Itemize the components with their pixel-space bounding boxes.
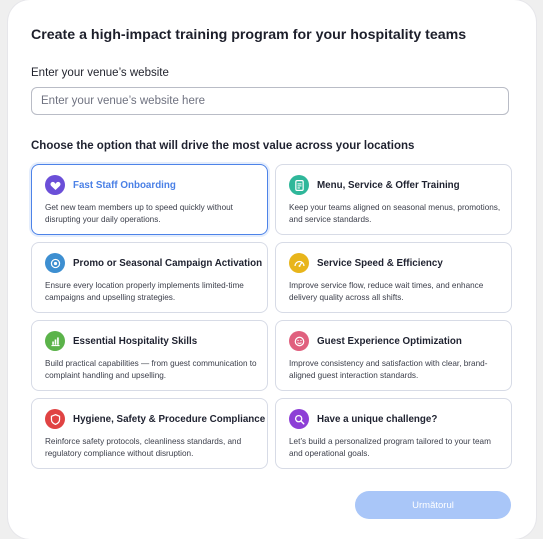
speedometer-icon [289, 253, 309, 273]
heart-badge-icon [45, 175, 65, 195]
option-menu-service-offer-training[interactable]: Menu, Service & Offer Training Keep your… [275, 164, 512, 235]
option-title: Menu, Service & Offer Training [317, 180, 460, 191]
option-fast-staff-onboarding[interactable]: Fast Staff Onboarding Get new team membe… [31, 164, 268, 235]
option-title: Guest Experience Optimization [317, 336, 462, 347]
option-description: Let’s build a personalized program tailo… [289, 437, 491, 458]
option-title: Essential Hospitality Skills [73, 336, 198, 347]
option-description: Improve service flow, reduce wait times,… [289, 281, 484, 302]
options-grid: Fast Staff Onboarding Get new team membe… [31, 164, 512, 470]
option-description: Keep your teams aligned on seasonal menu… [289, 203, 501, 224]
option-title: Hygiene, Safety & Procedure Compliance [73, 414, 266, 425]
options-heading: Choose the option that will drive the mo… [31, 140, 415, 152]
option-title: Promo or Seasonal Campaign Activation [73, 258, 263, 269]
option-description: Ensure every location properly implement… [45, 281, 244, 302]
onboarding-card: Create a high-impact training program fo… [8, 0, 536, 539]
option-guest-experience-optimization[interactable]: Guest Experience Optimization Improve co… [275, 320, 512, 391]
option-description: Improve consistency and satisfaction wit… [289, 359, 488, 380]
option-title: Service Speed & Efficiency [317, 258, 443, 269]
option-essential-hospitality-skills[interactable]: Essential Hospitality Skills Build pract… [31, 320, 268, 391]
option-description: Get new team members up to speed quickly… [45, 203, 233, 224]
skills-chart-icon [45, 331, 65, 351]
website-input[interactable] [31, 87, 509, 115]
option-service-speed-efficiency[interactable]: Service Speed & Efficiency Improve servi… [275, 242, 512, 313]
option-title: Have a unique challenge? [317, 414, 438, 425]
option-hygiene-safety-compliance[interactable]: Hygiene, Safety & Procedure Compliance R… [31, 398, 268, 469]
campaign-spiral-icon [45, 253, 65, 273]
option-promo-seasonal-campaign[interactable]: Promo or Seasonal Campaign Activation En… [31, 242, 268, 313]
website-label: Enter your venue’s website [31, 67, 169, 79]
search-icon [289, 409, 309, 429]
shield-icon [45, 409, 65, 429]
guest-smile-icon [289, 331, 309, 351]
next-button[interactable]: Următorul [355, 491, 511, 519]
option-unique-challenge[interactable]: Have a unique challenge? Let’s build a p… [275, 398, 512, 469]
option-title: Fast Staff Onboarding [73, 180, 176, 191]
page-title: Create a high-impact training program fo… [31, 27, 467, 43]
menu-document-icon [289, 175, 309, 195]
option-description: Build practical capabilities — from gues… [45, 359, 257, 380]
option-description: Reinforce safety protocols, cleanliness … [45, 437, 242, 458]
